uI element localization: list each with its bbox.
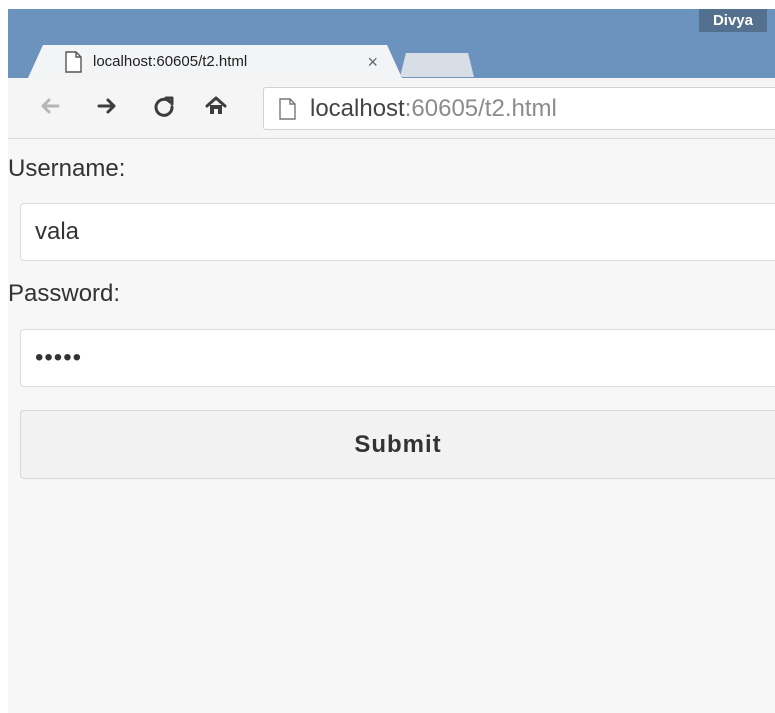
page-content: Username: Password: Submit bbox=[8, 139, 775, 713]
back-button[interactable] bbox=[35, 93, 65, 123]
password-label: Password: bbox=[8, 280, 121, 307]
submit-button[interactable]: Submit bbox=[20, 410, 775, 479]
address-url: localhost:60605/t2.html bbox=[310, 95, 557, 123]
home-icon bbox=[204, 94, 228, 123]
tab-strip: localhost:60605/t2.html × bbox=[8, 40, 775, 78]
forward-button[interactable] bbox=[92, 93, 122, 123]
profile-badge[interactable]: Divya bbox=[698, 9, 767, 32]
address-host: localhost bbox=[310, 94, 405, 122]
tab-active[interactable]: localhost:60605/t2.html × bbox=[28, 45, 402, 78]
new-tab-button[interactable] bbox=[400, 53, 474, 77]
browser-toolbar: localhost:60605/t2.html bbox=[8, 78, 775, 139]
username-label: Username: bbox=[8, 155, 126, 182]
close-icon[interactable]: × bbox=[367, 53, 378, 71]
forward-icon bbox=[95, 94, 119, 123]
address-path: :60605/t2.html bbox=[404, 94, 557, 122]
page-icon bbox=[278, 97, 296, 120]
home-button[interactable] bbox=[201, 93, 231, 123]
address-bar[interactable]: localhost:60605/t2.html bbox=[263, 87, 775, 130]
browser-window: Divya localhost:60605/t2.html × localhos… bbox=[8, 9, 775, 713]
back-icon bbox=[38, 94, 62, 123]
username-input[interactable] bbox=[20, 203, 775, 261]
tab-title: localhost:60605/t2.html bbox=[93, 53, 248, 70]
password-input[interactable] bbox=[20, 329, 775, 387]
reload-icon bbox=[152, 94, 176, 123]
page-icon bbox=[64, 50, 82, 73]
reload-button[interactable] bbox=[149, 93, 179, 123]
